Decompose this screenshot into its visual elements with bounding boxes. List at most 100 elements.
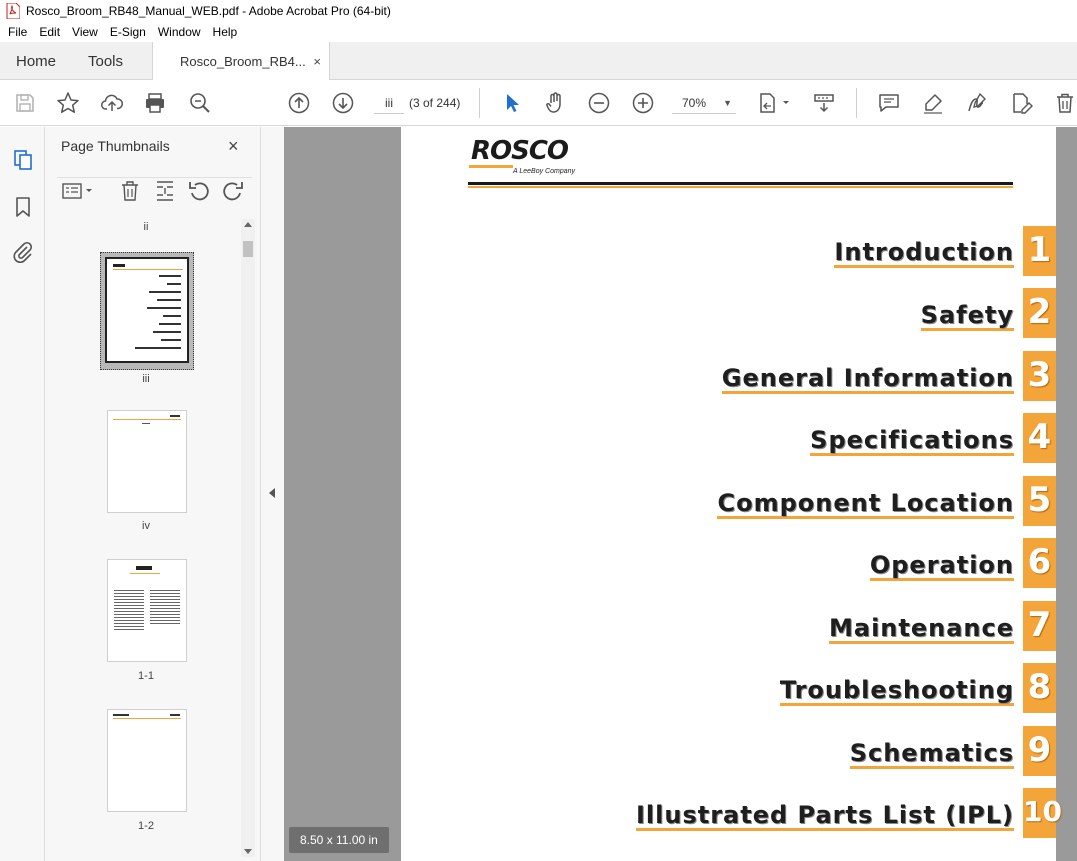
logo-swoosh <box>469 165 513 168</box>
toc-title: General Information <box>721 364 1014 394</box>
toc-number-tab: 6 <box>1023 538 1056 588</box>
toc-title: Introduction <box>834 238 1014 268</box>
tab-bar: Home Tools Rosco_Broom_RB4... × <box>0 42 1077 81</box>
page-thumbnails-icon[interactable] <box>11 148 35 172</box>
upload-icon[interactable] <box>100 91 124 115</box>
scroll-mode-icon[interactable] <box>812 91 836 115</box>
toc-title: Troubleshooting <box>779 676 1014 706</box>
tab-home[interactable]: Home <box>16 42 56 80</box>
toc-number-tab: 10 <box>1023 788 1062 838</box>
toc-number-tab: 3 <box>1023 351 1056 401</box>
close-icon[interactable]: × <box>228 136 239 157</box>
extract-page-icon[interactable] <box>154 179 176 203</box>
page-size-indicator: 8.50 x 11.00 in <box>289 827 389 853</box>
page-fit-icon[interactable] <box>757 91 793 115</box>
menu-file[interactable]: File <box>0 25 33 39</box>
toc-title: Operation <box>869 551 1014 581</box>
logo-subtitle: A LeeBoy Company <box>513 168 575 175</box>
scrollbar-thumb[interactable] <box>243 241 253 257</box>
panel-title: Page Thumbnails <box>61 138 170 154</box>
toc-title: Safety <box>920 301 1014 331</box>
toc-entry[interactable]: Schematics <box>849 739 1014 769</box>
toc-number-tab: 4 <box>1023 413 1056 463</box>
edit-pdf-icon[interactable] <box>1009 91 1033 115</box>
hand-icon[interactable] <box>543 91 567 115</box>
comment-icon[interactable] <box>877 91 901 115</box>
thumbnail-scrollbar[interactable] <box>241 219 255 857</box>
toc-entry[interactable]: Safety <box>920 301 1014 331</box>
rotate-right-icon[interactable] <box>221 179 245 203</box>
tab-close-icon[interactable]: × <box>313 54 321 69</box>
search-zoom-icon[interactable] <box>188 91 212 115</box>
tab-document-label: Rosco_Broom_RB4... <box>180 54 306 69</box>
toc-title: Specifications <box>810 426 1014 456</box>
window-title: Rosco_Broom_RB48_Manual_WEB.pdf - Adobe … <box>26 4 391 18</box>
rosco-logo: ROSCO <box>471 136 569 166</box>
chevron-down-icon: ▼ <box>723 98 732 108</box>
thumbnail-label: iii <box>142 373 150 385</box>
options-menu-icon[interactable] <box>61 180 95 202</box>
bookmark-icon[interactable] <box>11 195 35 219</box>
menu-edit[interactable]: Edit <box>33 25 66 39</box>
toolbar-divider <box>479 88 480 118</box>
toc-entry[interactable]: Troubleshooting <box>779 676 1014 706</box>
toc-number-tab: 1 <box>1023 226 1056 276</box>
left-navigation-rail <box>0 127 45 861</box>
document-viewer[interactable]: ROSCO A LeeBoy Company Introduction 1 Sa… <box>284 127 1077 861</box>
page-count: (3 of 244) <box>409 96 461 110</box>
toc-entry[interactable]: Component Location <box>717 489 1014 519</box>
tab-document[interactable]: Rosco_Broom_RB4... × <box>152 42 330 81</box>
menu-help[interactable]: Help <box>207 25 244 39</box>
thumbnail-label: 1-2 <box>138 820 154 832</box>
toc-title: Schematics <box>849 739 1014 769</box>
thumbnail-page-1-2[interactable] <box>107 709 187 812</box>
menu-esign[interactable]: E-Sign <box>104 25 152 39</box>
page-down-icon[interactable] <box>331 91 355 115</box>
menu-window[interactable]: Window <box>152 25 207 39</box>
toc-title: Component Location <box>717 489 1014 519</box>
highlight-icon[interactable] <box>921 91 945 115</box>
menu-bar: File Edit View E-Sign Window Help <box>0 22 1077 42</box>
scroll-up-icon[interactable] <box>244 222 252 227</box>
select-arrow-icon[interactable] <box>500 91 524 115</box>
thumbnail-toolbar <box>57 177 252 203</box>
toolbar-divider <box>856 88 857 118</box>
page-number-input[interactable]: iii <box>374 92 404 114</box>
toc-entry[interactable]: General Information <box>721 364 1014 394</box>
toc-entry[interactable]: Specifications <box>810 426 1014 456</box>
toc-title: Maintenance <box>828 614 1014 644</box>
toc-number-tab: 9 <box>1023 726 1056 776</box>
pdf-page: ROSCO A LeeBoy Company Introduction 1 Sa… <box>401 127 1062 861</box>
delete-page-icon[interactable] <box>119 179 141 203</box>
delete-icon[interactable] <box>1053 91 1077 115</box>
acrobat-window: Rosco_Broom_RB48_Manual_WEB.pdf - Adobe … <box>0 0 1077 861</box>
toc-entry[interactable]: Operation <box>869 551 1014 581</box>
toc-title: Illustrated Parts List (IPL) <box>635 801 1014 831</box>
thumbnail-page-iii[interactable] <box>100 252 194 370</box>
menu-view[interactable]: View <box>66 25 104 39</box>
save-icon[interactable] <box>13 91 37 115</box>
thumbnail-page-1-1[interactable] <box>107 559 187 662</box>
toc-number-tab: 8 <box>1023 663 1056 713</box>
thumbnail-label: iv <box>142 520 150 532</box>
bookmark-star-icon[interactable] <box>56 91 80 115</box>
thumbnail-label: 1-1 <box>138 670 154 682</box>
zoom-in-icon[interactable] <box>631 91 655 115</box>
attachment-icon[interactable] <box>11 240 35 264</box>
header-accent-rule <box>468 186 1013 188</box>
pdf-file-icon <box>6 3 20 19</box>
zoom-level-select[interactable]: 70% ▼ <box>672 92 736 114</box>
zoom-out-icon[interactable] <box>587 91 611 115</box>
toc-entry[interactable]: Illustrated Parts List (IPL) <box>635 801 1014 831</box>
tab-tools[interactable]: Tools <box>88 42 123 80</box>
panel-collapse-handle[interactable] <box>261 127 284 861</box>
print-icon[interactable] <box>143 91 167 115</box>
thumbnail-page-iv[interactable] <box>107 410 187 513</box>
rotate-left-icon[interactable] <box>187 179 211 203</box>
page-up-icon[interactable] <box>287 91 311 115</box>
scroll-down-icon[interactable] <box>244 849 252 854</box>
sign-icon[interactable] <box>965 91 989 115</box>
toc-entry[interactable]: Introduction <box>834 238 1014 268</box>
thumbnail-label: ii <box>143 221 149 233</box>
toc-entry[interactable]: Maintenance <box>828 614 1014 644</box>
